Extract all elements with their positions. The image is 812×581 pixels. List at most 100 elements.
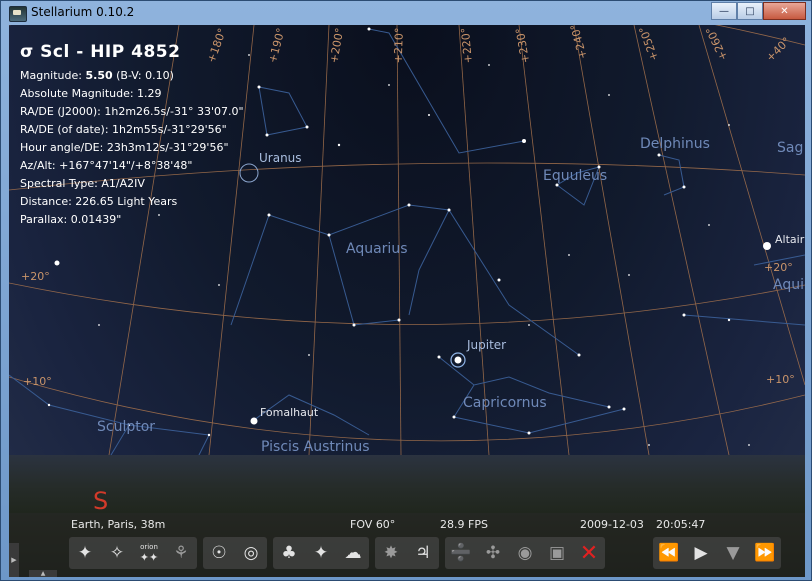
object-group: ✸ ♃ [375,537,439,569]
left-bar-toggle[interactable]: ▶ [9,543,19,577]
window-controls: — □ ✕ [711,2,806,21]
cardinal-points-icon: ✦ [313,543,329,563]
quit-button[interactable]: ✕ [573,537,605,569]
telescope-icon: ➗ [450,543,472,563]
azimuthal-grid-button[interactable]: ◎ [235,537,267,569]
magnitude-value: 5.50 [85,69,113,82]
ground-button[interactable]: ♣ [273,537,305,569]
fullscreen-button[interactable]: ▣ [541,537,573,569]
constellation-label-aquarius: Aquarius [346,241,408,257]
equatorial-grid-icon: ☉ [211,543,227,563]
selected-object-title: σ Scl - HIP 4852 [20,42,181,62]
center-on-selected-button[interactable]: ✣ [477,537,509,569]
atmosphere-button[interactable]: ☁ [337,537,369,569]
ground-icon: ♣ [281,543,297,563]
minimize-button[interactable]: — [711,2,737,20]
ra-de-j2000: RA/DE (J2000): 1h2m26.5s/-31° 33'07.0" [20,105,244,118]
time-group: ⏪ ▶ ▼ ⏩ [653,537,781,569]
star-label-altair: Altair [775,233,805,246]
object-info-panel: σ Scl - HIP 4852 Magnitude: 5.50 (B-V: 0… [20,37,244,229]
constellation-lines-button[interactable]: ✦ [69,537,101,569]
increase-time-speed-button[interactable]: ⏩ [749,537,781,569]
constellation-label-piscis-austrinus: Piscis Austrinus [261,439,370,455]
cardinal-points-button[interactable]: ✦ [305,537,337,569]
constellation-label-equuleus: Equuleus [543,168,608,184]
fullscreen-icon: ▣ [548,543,566,563]
grid-group: ☉ ◎ [203,537,267,569]
magnitude-label: Magnitude: [20,69,86,82]
constellation-label-capricornus: Capricornus [463,395,547,411]
az-alt: Az/Alt: +167°47'14"/+8°38'48" [20,159,193,172]
constellation-art-icon: ✦✦ [139,550,159,564]
decrease-time-speed-button[interactable]: ⏪ [653,537,685,569]
magnitude-line: Magnitude: 5.50 (B-V: 0.10) [20,67,244,85]
orion-label: orion [140,542,158,551]
hour-angle: Hour angle/DE: 23h3m12s/-31°29'56" [20,141,229,154]
maximize-button[interactable]: □ [737,2,763,20]
azimuth-line-210 [396,25,402,456]
azimuth-line-200 [308,25,330,456]
constellation-group: ✦ ✧ orion ✦✦ ⚘ [69,537,197,569]
location-status: Earth, Paris, 38m [71,518,166,531]
stellarium-app-icon [9,6,27,22]
planet-label-uranus: Uranus [259,151,302,165]
time-status: 20:05:47 [656,518,706,531]
stellarium-window: Stellarium 0.10.2 — □ ✕ +180° +190° +200… [0,0,812,581]
fov-status: FOV 60° [350,518,396,531]
bottom-bar: ▶ ▲ Earth, Paris, 38m FOV 60° 28.9 FPS 2… [9,513,805,577]
planet-labels-button[interactable]: ♃ [407,537,439,569]
constellation-art-button[interactable]: orion ✦✦ [133,537,165,569]
star-label-fomalhaut: Fomalhaut [260,406,319,419]
bv-index: (B-V: 0.10) [112,69,174,82]
azimuth-line-220 [458,25,490,456]
azimuth-line-250 [633,25,730,456]
set-time-now-button[interactable]: ▼ [717,537,749,569]
fomalhaut-star [250,417,258,425]
title-bar[interactable]: Stellarium 0.10.2 — □ ✕ [1,1,811,25]
absolute-magnitude: Absolute Magnitude: 1.29 [20,87,162,100]
jupiter-planet [454,356,462,364]
night-mode-button[interactable]: ◉ [509,537,541,569]
azimuth-line-260 [698,25,805,386]
constellation-boundaries-icon: ⚘ [173,543,189,563]
main-toolbar: ✦ ✧ orion ✦✦ ⚘ ☉ ◎ ♣ ✦ ☁ ✸ ♃ ➗ ✣ ◉ ▣ ✕ ⏪… [69,537,787,569]
parallax: Parallax: 0.01439" [20,213,122,226]
date-status: 2009-12-03 [580,518,644,531]
cardinal-point-south: S [93,487,109,515]
bright-star [54,260,60,266]
ra-de-of-date: RA/DE (of date): 1h2m55s/-31°29'56" [20,123,227,136]
bottom-bar-toggle[interactable]: ▲ [29,570,57,577]
altair-star [763,242,771,250]
view-group: ➗ ✣ ◉ ▣ ✕ [445,537,605,569]
spectral-type: Spectral Type: A1/A2IV [20,177,145,190]
nebulae-button[interactable]: ✸ [375,537,407,569]
real-time-speed-button[interactable]: ▶ [685,537,717,569]
play-icon: ▶ [694,543,708,563]
close-button[interactable]: ✕ [763,2,806,20]
atmosphere-icon: ☁ [344,543,362,563]
constellation-label-sculptor: Sculptor [97,419,156,435]
altitude-label: +10° [766,373,795,386]
window-title: Stellarium 0.10.2 [31,5,135,19]
eye-icon: ◉ [517,543,533,563]
constellation-labels-icon: ✧ [109,543,125,563]
equatorial-mount-button[interactable]: ➗ [445,537,477,569]
planet-label-jupiter: Jupiter [467,338,507,352]
azimuth-line-240 [573,25,650,456]
constellation-boundaries-button[interactable]: ⚘ [165,537,197,569]
planet-icon: ♃ [415,543,431,563]
azimuthal-grid-icon: ◎ [243,543,259,563]
altitude-label: +20° [764,261,793,274]
star [522,139,526,143]
landscape-group: ♣ ✦ ☁ [273,537,369,569]
sky-view[interactable]: +180° +190° +200° +210° +220° +230° +240… [9,25,805,577]
fast-forward-icon: ⏩ [754,543,776,563]
altitude-label: +20° [21,270,50,283]
constellation-label-sagitta: Sag [777,140,804,156]
constellation-labels-button[interactable]: ✧ [101,537,133,569]
constellation-label-delphinus: Delphinus [640,136,710,152]
equatorial-grid-button[interactable]: ☉ [203,537,235,569]
fps-status: 28.9 FPS [440,518,488,531]
azimuth-label: +210° [391,27,406,64]
